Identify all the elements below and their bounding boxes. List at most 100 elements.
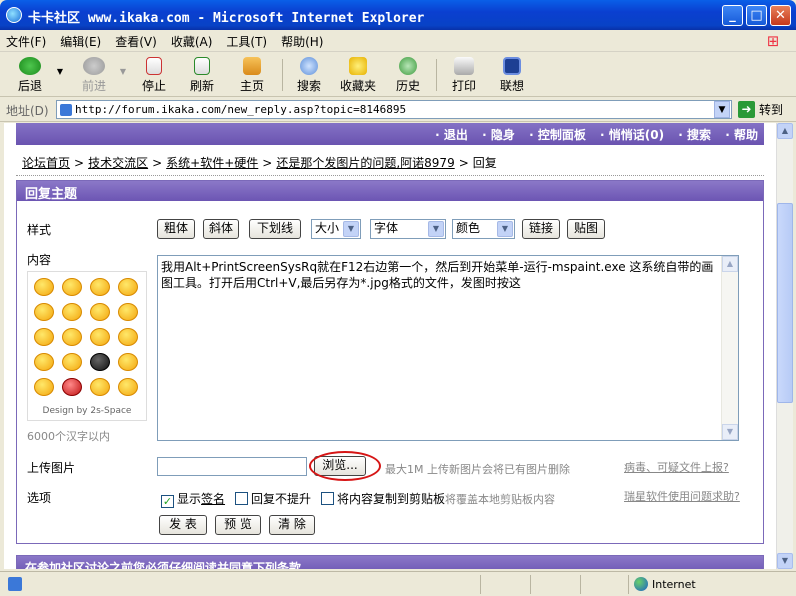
close-button[interactable]: ✕ [770, 5, 791, 26]
link-button[interactable]: 链接 [522, 219, 560, 239]
scroll-up-icon[interactable]: ▲ [722, 256, 738, 272]
virus-report-link[interactable]: 病毒、可疑文件上报? [624, 459, 729, 475]
preview-button[interactable]: 预 览 [215, 515, 261, 535]
crumb-forum-home[interactable]: 论坛首页 [22, 156, 70, 170]
history-button[interactable]: 历史 [388, 57, 428, 94]
scroll-down-icon[interactable]: ▼ [722, 424, 738, 440]
insert-image-button[interactable]: 贴图 [567, 219, 605, 239]
menu-file[interactable]: 文件(F) [0, 30, 54, 50]
smiley-icon[interactable] [34, 278, 54, 296]
address-bar: 地址(D) http://forum.ikaka.com/new_reply.a… [0, 98, 796, 122]
go-button[interactable]: ➜ 转到 [738, 101, 792, 120]
smiley-icon[interactable] [34, 328, 54, 346]
font-select[interactable]: 字体 ▼ [370, 219, 446, 239]
stop-button[interactable]: 停止 [134, 57, 174, 94]
address-url: http://forum.ikaka.com/new_reply.asp?top… [75, 103, 407, 116]
back-button[interactable]: 后退 [10, 57, 50, 94]
content-textarea[interactable]: 我用Alt+PrintScreenSysRq就在F12右边第一个，然后到开始菜单… [157, 255, 739, 441]
terms-panel-title: 在参加社区讨论之前您必须仔细阅读并同意下列条款 [16, 555, 764, 569]
bold-button[interactable]: 粗体 [157, 219, 195, 239]
smiley-icon[interactable] [90, 303, 110, 321]
file-path-input[interactable] [157, 457, 307, 476]
scroll-up-icon[interactable]: ▲ [777, 123, 793, 139]
refresh-button[interactable]: 刷新 [182, 57, 222, 94]
windows-logo-icon: ⊞ [766, 32, 780, 50]
menu-edit[interactable]: 编辑(E) [54, 30, 109, 50]
address-dropdown-icon[interactable]: ▼ [714, 101, 730, 118]
crumb-reply: 回复 [472, 156, 497, 170]
home-button[interactable]: 主页 [232, 57, 272, 94]
submit-button[interactable]: 发 表 [159, 515, 207, 535]
print-button[interactable]: 打印 [444, 57, 484, 94]
smiley-icon[interactable] [62, 328, 82, 346]
color-select[interactable]: 颜色 ▼ [452, 219, 515, 239]
option-show-signature[interactable]: ✓ 显示签名 [161, 490, 225, 508]
checkbox-icon[interactable] [321, 492, 334, 505]
nav-invisible[interactable]: · 隐身 [482, 128, 515, 142]
clear-button[interactable]: 清 除 [269, 515, 315, 535]
smiley-icon[interactable] [118, 353, 138, 371]
menu-view[interactable]: 查看(V) [109, 30, 165, 50]
nav-help[interactable]: · 帮助 [725, 128, 758, 142]
smiley-icon[interactable] [34, 378, 54, 396]
smiley-icon[interactable] [34, 353, 54, 371]
lenovo-icon [503, 57, 521, 75]
signature-link[interactable]: 签名 [201, 492, 225, 506]
smiley-icon[interactable] [118, 303, 138, 321]
scroll-down-icon[interactable]: ▼ [777, 553, 793, 569]
forward-dropdown[interactable]: ▼ [118, 67, 128, 76]
favorites-button[interactable]: 收藏夹 [334, 57, 382, 94]
smiley-icon[interactable] [118, 278, 138, 296]
checkbox-icon[interactable] [235, 492, 248, 505]
checkbox-checked-icon[interactable]: ✓ [161, 495, 174, 508]
internet-globe-icon [634, 577, 648, 591]
option-no-bump[interactable]: 回复不提升 [235, 490, 311, 507]
window-titlebar[interactable]: 卡卡社区 www.ikaka.com - Microsoft Internet … [0, 0, 796, 30]
smiley-icon[interactable] [62, 378, 82, 396]
scrollbar-thumb[interactable] [777, 203, 793, 403]
underline-button[interactable]: 下划线 [249, 219, 301, 239]
back-dropdown[interactable]: ▼ [55, 67, 65, 76]
smiley-icon[interactable] [90, 378, 110, 396]
crumb-system-software[interactable]: 系统+软件+硬件 [166, 156, 258, 170]
smiley-icon[interactable] [90, 278, 110, 296]
option-copy-clipboard[interactable]: 将内容复制到剪贴板将覆盖本地剪贴板内容 [321, 490, 555, 507]
smiley-icon[interactable] [90, 328, 110, 346]
minimize-button[interactable]: _ [722, 5, 743, 26]
italic-button[interactable]: 斜体 [203, 219, 239, 239]
crumb-topic[interactable]: 还是那个发图片的问题,阿诺8979 [276, 156, 454, 170]
lenovo-button[interactable]: 联想 [492, 57, 532, 94]
crumb-tech-area[interactable]: 技术交流区 [88, 156, 148, 170]
smiley-icon[interactable] [34, 303, 54, 321]
back-arrow-icon [19, 57, 41, 75]
smiley-icon[interactable] [62, 353, 82, 371]
menu-favorites[interactable]: 收藏(A) [165, 30, 221, 50]
smiley-icon[interactable] [62, 303, 82, 321]
smiley-icon[interactable] [90, 353, 110, 371]
nav-logout[interactable]: · 退出 [435, 128, 468, 142]
forward-arrow-icon [83, 57, 105, 75]
smiley-icon[interactable] [118, 378, 138, 396]
nav-search[interactable]: · 搜索 [678, 128, 711, 142]
refresh-icon [194, 57, 210, 75]
char-limit-text: 6000个汉字以内 [27, 430, 110, 443]
menu-tools[interactable]: 工具(T) [220, 30, 275, 50]
address-input[interactable]: http://forum.ikaka.com/new_reply.asp?top… [56, 100, 732, 119]
size-select[interactable]: 大小 ▼ [311, 219, 361, 239]
status-divider [628, 575, 629, 594]
smiley-icon[interactable] [118, 328, 138, 346]
smiley-icon[interactable] [62, 278, 82, 296]
nav-messages[interactable]: · 悄悄话(0) [600, 128, 664, 142]
ie-icon [6, 7, 22, 23]
forward-button[interactable]: 前进 [74, 57, 114, 94]
page-scrollbar[interactable]: ▲ ▼ [776, 123, 793, 569]
rising-help-link[interactable]: 瑞星软件使用问题求助? [624, 488, 740, 504]
toolbar-separator [282, 59, 283, 91]
textarea-scrollbar[interactable]: ▲ ▼ [721, 256, 738, 440]
chevron-down-icon: ▼ [497, 221, 513, 237]
menu-help[interactable]: 帮助(H) [275, 30, 331, 50]
status-bar: Internet [0, 571, 796, 596]
search-button[interactable]: 搜索 [289, 57, 329, 94]
maximize-button[interactable]: □ [746, 5, 767, 26]
nav-control-panel[interactable]: · 控制面板 [529, 128, 586, 142]
